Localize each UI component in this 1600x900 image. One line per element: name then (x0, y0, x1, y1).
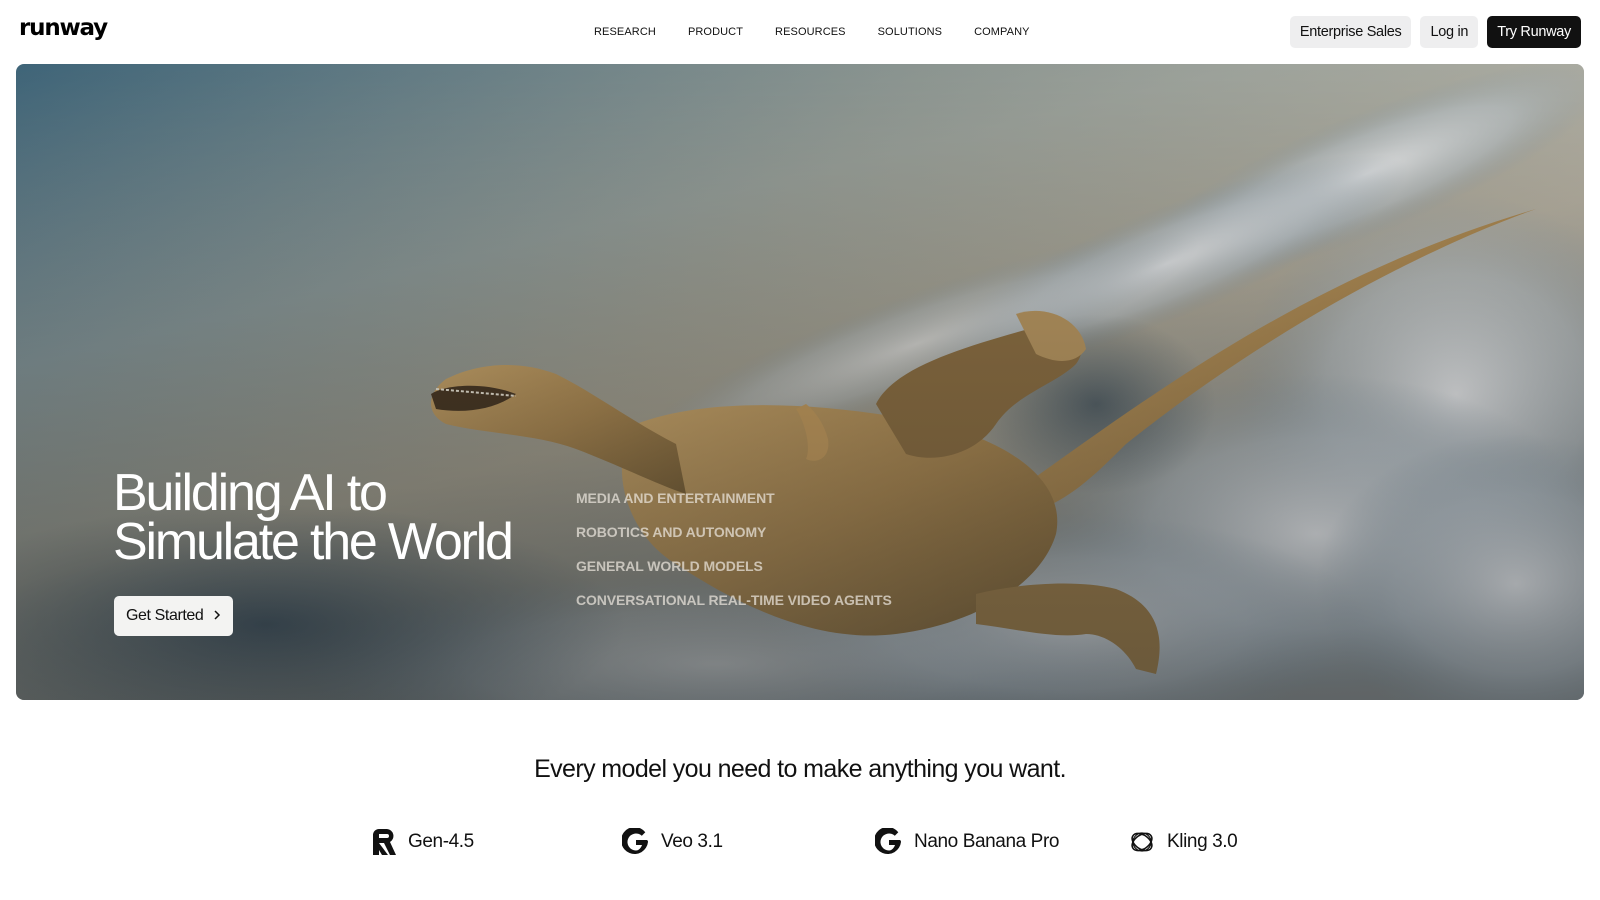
main-nav: RESEARCH PRODUCT RESOURCES SOLUTIONS COM… (594, 26, 1030, 38)
model-label: Gen-4.5 (408, 831, 474, 852)
runway-r-icon (368, 827, 398, 857)
model-veo-3-1[interactable]: Veo 3.1 (621, 826, 723, 858)
category-general-world-models[interactable]: GENERAL WORLD MODELS (576, 558, 892, 575)
google-g-icon (621, 827, 651, 857)
get-started-label: Get Started (126, 607, 204, 624)
model-gen-4-5[interactable]: Gen-4.5 (368, 826, 474, 858)
nav-product[interactable]: PRODUCT (688, 26, 743, 38)
category-video-agents[interactable]: CONVERSATIONAL REAL-TIME VIDEO AGENTS (576, 592, 892, 609)
login-button[interactable]: Log in (1420, 16, 1479, 48)
model-label: Kling 3.0 (1167, 831, 1238, 852)
hero-title-line1: Building AI to (113, 464, 388, 522)
nav-company[interactable]: COMPANY (974, 26, 1030, 38)
model-label: Veo 3.1 (661, 831, 723, 852)
google-g-icon (874, 827, 904, 857)
get-started-button[interactable]: Get Started (114, 596, 234, 636)
site-header: runway RESEARCH PRODUCT RESOURCES SOLUTI… (0, 0, 1600, 64)
model-nano-banana-pro[interactable]: Nano Banana Pro (874, 826, 1059, 858)
models-row: Gen-4.5 Veo 3.1 Nano Banana Pro Kling 3.… (0, 826, 1600, 858)
enterprise-sales-button[interactable]: Enterprise Sales (1289, 16, 1412, 48)
try-runway-button[interactable]: Try Runway (1487, 16, 1581, 48)
nav-research[interactable]: RESEARCH (594, 26, 656, 38)
category-robotics-autonomy[interactable]: ROBOTICS AND AUTONOMY (576, 524, 892, 541)
hero-title: Building AI to Simulate the World (113, 464, 514, 571)
hero-section: Building AI to Simulate the World Get St… (16, 64, 1584, 700)
nav-resources[interactable]: RESOURCES (775, 26, 846, 38)
model-kling-3-0[interactable]: Kling 3.0 (1127, 826, 1238, 858)
nav-solutions[interactable]: SOLUTIONS (878, 26, 942, 38)
runway-logo[interactable]: runway (19, 15, 108, 41)
header-actions: Enterprise Sales Log in Try Runway (1289, 16, 1581, 48)
kling-icon (1127, 827, 1157, 857)
models-tagline: Every model you need to make anything yo… (534, 755, 1066, 783)
hero-title-line2: Simulate the World (113, 513, 514, 571)
chevron-right-icon (213, 608, 221, 624)
hero-categories: MEDIA AND ENTERTAINMENT ROBOTICS AND AUT… (576, 490, 892, 626)
category-media-entertainment[interactable]: MEDIA AND ENTERTAINMENT (576, 490, 892, 507)
model-label: Nano Banana Pro (914, 831, 1060, 852)
